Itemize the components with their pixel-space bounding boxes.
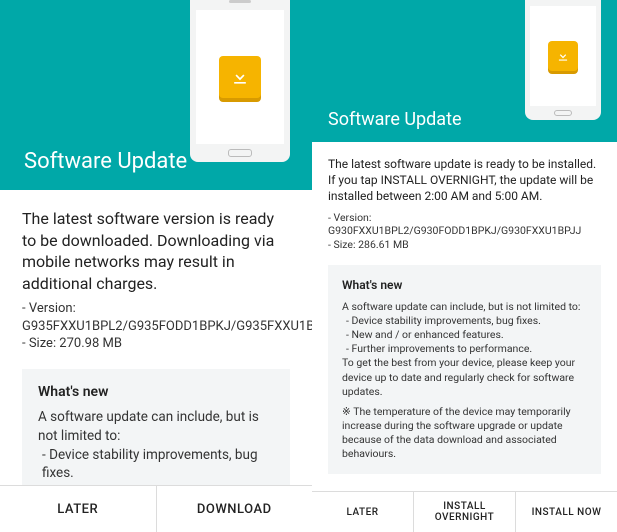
screen-install: Software Update The latest software upda… (312, 0, 617, 532)
whats-new-item: - Device stability improvements, bug fix… (342, 314, 587, 328)
description: The latest software version is ready to … (22, 208, 290, 294)
whats-new-note: ※ The temperature of the device may temp… (342, 405, 587, 462)
content: The latest software update is ready to b… (312, 142, 617, 491)
version-line: - Version: G935FXXU1BPL2/G935FODD1BPKJ/G… (22, 300, 290, 335)
install-overnight-button[interactable]: INSTALL OVERNIGHT (414, 492, 516, 532)
later-button[interactable]: LATER (0, 486, 157, 532)
download-arrow-icon (548, 41, 578, 71)
whats-new-item: - Further improvements to performance. (342, 342, 587, 356)
hero: Software Update (0, 0, 312, 190)
page-title: Software Update (328, 109, 462, 130)
size-line: - Size: 270.98 MB (22, 335, 290, 353)
whats-new-intro: A software update can include, but is no… (342, 300, 587, 314)
phone-illustration (525, 0, 601, 120)
whats-new-card: What's new A software update can include… (22, 369, 290, 485)
later-button[interactable]: LATER (312, 492, 414, 532)
phone-illustration (190, 0, 290, 162)
whats-new-heading: What's new (342, 277, 587, 293)
screen-download: Software Update The latest software vers… (0, 0, 312, 532)
install-now-button[interactable]: INSTALL NOW (516, 492, 617, 532)
button-bar: LATER DOWNLOAD (0, 485, 312, 532)
content: The latest software version is ready to … (0, 190, 312, 485)
whats-new-outro: To get the best from your device, please… (342, 356, 587, 399)
size-line: - Size: 286.61 MB (328, 238, 601, 252)
whats-new-intro: A software update can include, but is no… (38, 408, 274, 445)
whats-new-item: - Device stability improvements, bug fix… (38, 446, 274, 483)
button-bar: LATER INSTALL OVERNIGHT INSTALL NOW (312, 491, 617, 532)
hero: Software Update (312, 0, 617, 142)
page-title: Software Update (24, 149, 187, 174)
whats-new-item: - New and / or enhanced features. (342, 328, 587, 342)
download-button[interactable]: DOWNLOAD (157, 486, 313, 532)
download-arrow-icon (219, 56, 261, 98)
whats-new-card: What's new A software update can include… (328, 265, 601, 473)
whats-new-heading: What's new (38, 383, 274, 402)
version-line: - Version: G930FXXU1BPL2/G930FODD1BPKJ/G… (328, 211, 601, 238)
description: The latest software update is ready to b… (328, 156, 601, 205)
